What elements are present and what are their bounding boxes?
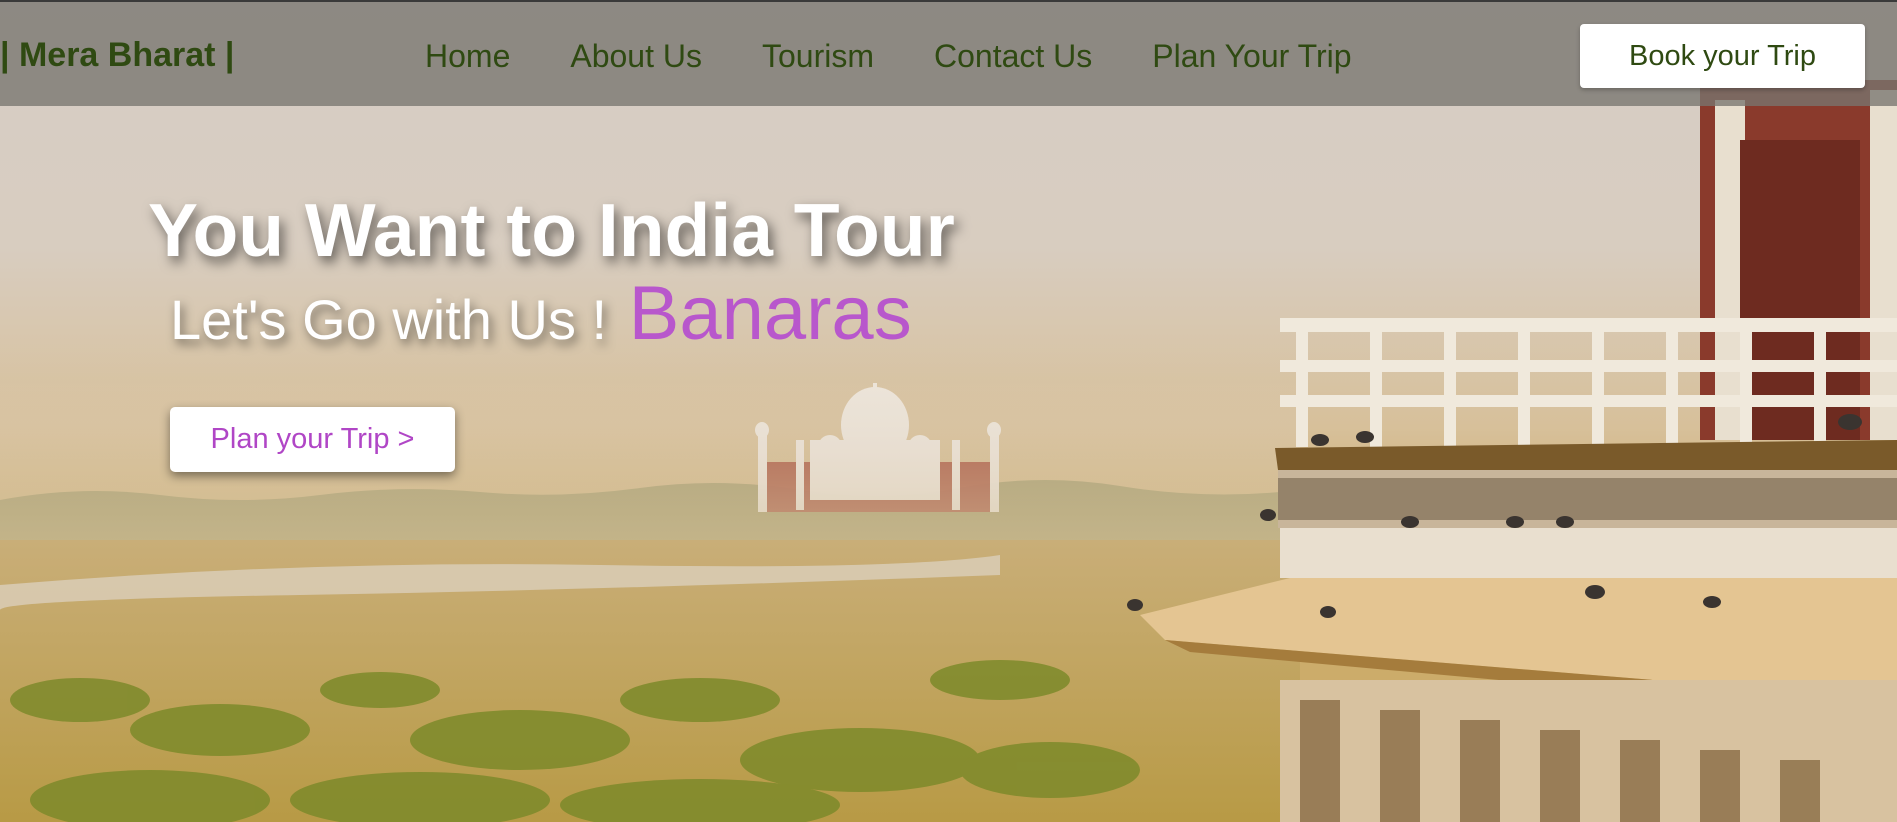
nav-link-tourism[interactable]: Tourism <box>762 38 874 75</box>
hero-subline-text: Let's Go with Us ! <box>170 288 608 351</box>
nav-link-contact-us[interactable]: Contact Us <box>934 38 1092 75</box>
top-navbar: | Mera Bharat | Home About Us Tourism Co… <box>0 0 1897 106</box>
book-your-trip-button[interactable]: Book your Trip <box>1580 24 1865 88</box>
hero-highlight-city: Banaras <box>628 271 912 356</box>
hero-subline: Let's Go with Us ! Banaras <box>170 270 912 357</box>
nav-link-plan-your-trip[interactable]: Plan Your Trip <box>1152 38 1351 75</box>
brand-logo-text[interactable]: | Mera Bharat | <box>0 36 234 75</box>
nav-link-about-us[interactable]: About Us <box>570 38 702 75</box>
hero-headline: You Want to India Tour <box>148 188 955 272</box>
plan-your-trip-button[interactable]: Plan your Trip > <box>170 407 455 472</box>
main-nav: Home About Us Tourism Contact Us Plan Yo… <box>425 38 1412 75</box>
nav-link-home[interactable]: Home <box>425 38 510 75</box>
